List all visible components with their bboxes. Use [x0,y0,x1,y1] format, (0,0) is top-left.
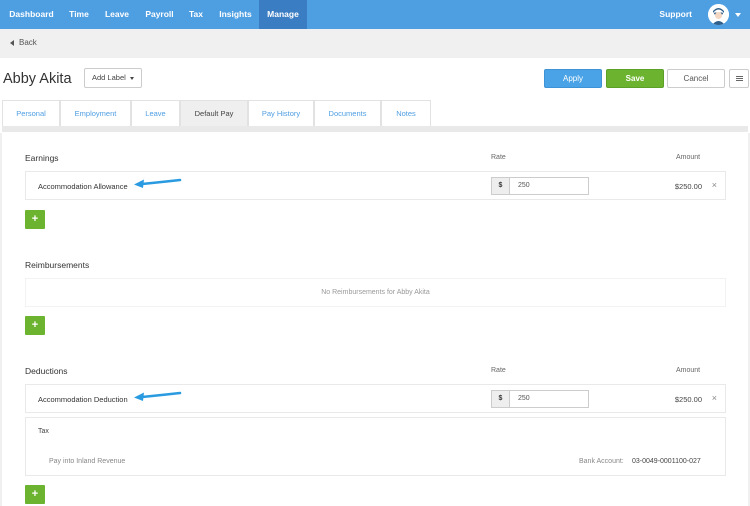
deductions-title: Deductions [25,366,68,376]
tax-box: Tax Pay into Inland Revenue Bank Account… [25,417,726,476]
currency-addon: $ [491,390,510,408]
back-link[interactable]: Back [10,38,37,47]
add-reimbursement-button[interactable]: + [25,316,45,335]
annotation-arrow-icon [134,391,182,401]
add-deduction-button[interactable]: + [25,485,45,504]
deduction-label: Accommodation Deduction [38,395,128,404]
back-bar: Back [0,29,750,58]
tab-leave[interactable]: Leave [131,100,180,126]
nav-payroll[interactable]: Payroll [139,0,180,29]
bank-account-label: Bank Account: [579,458,624,465]
earnings-title: Earnings [25,153,59,163]
support-link[interactable]: Support [659,0,692,29]
reimbursements-list: No Reimbursements for Abby Akita [25,278,726,307]
default-pay-panel: Earnings Rate Amount Accommodation Allow… [2,126,748,506]
earning-amount: $250.00 [674,182,702,191]
cancel-button[interactable]: Cancel [667,69,725,88]
add-label-dropdown[interactable]: Add Label [84,68,142,88]
nav-dashboard[interactable]: Dashboard [0,0,63,29]
nav-time[interactable]: Time [63,0,95,29]
deductions-amount-header: Amount [676,367,701,374]
back-arrow-icon [10,39,14,46]
deductions-rate-header: Rate [491,367,506,374]
tab-employment[interactable]: Employment [60,100,131,126]
user-avatar-icon [708,4,729,25]
deduction-rate-input[interactable]: 250 [510,390,589,408]
employee-name: Abby Akita [3,71,72,87]
back-label: Back [19,38,37,47]
apply-button[interactable]: Apply [544,69,602,88]
remove-earning-icon[interactable]: × [712,180,717,190]
nav-insights[interactable]: Insights [212,0,259,29]
earning-label: Accommodation Allowance [38,182,128,191]
avatar[interactable] [708,4,729,25]
deductions-row: Accommodation Deduction $ 250 $250.00 × [25,384,726,413]
account-menu-caret-icon[interactable] [735,13,741,17]
hamburger-icon [736,76,743,81]
pay-into-text: Pay into Inland Revenue [49,458,126,465]
deduction-amount: $250.00 [674,395,702,404]
add-earning-button[interactable]: + [25,210,45,229]
tab-documents[interactable]: Documents [314,100,381,126]
bank-account-number: 03-0049-0001100-027 [632,458,701,465]
tab-pay-history[interactable]: Pay History [248,100,314,126]
earnings-amount-header: Amount [676,154,701,161]
earning-rate-input[interactable]: 250 [510,177,589,195]
add-label-text: Add Label [92,73,126,82]
top-navigation: Dashboard Time Leave Payroll Tax Insight… [0,0,750,29]
reimbursements-empty-message: No Reimbursements for Abby Akita [321,289,430,296]
earnings-row: Accommodation Allowance $ 250 $250.00 × [25,171,726,200]
annotation-arrow-icon [134,178,182,188]
tab-notes[interactable]: Notes [381,100,431,126]
tab-personal[interactable]: Personal [2,100,60,126]
save-button[interactable]: Save [606,69,664,88]
reimbursements-title: Reimbursements [25,260,90,270]
earnings-rate-header: Rate [491,154,506,161]
currency-addon: $ [491,177,510,195]
remove-deduction-icon[interactable]: × [712,393,717,403]
nav-tax[interactable]: Tax [180,0,212,29]
nav-manage[interactable]: Manage [259,0,307,29]
nav-leave[interactable]: Leave [95,0,139,29]
tab-default-pay[interactable]: Default Pay [180,100,248,126]
more-menu-button[interactable] [729,69,749,88]
tax-title: Tax [38,428,49,435]
dropdown-caret-icon [130,77,134,80]
employee-header: Abby Akita Add Label Apply Save Cancel P… [0,58,750,133]
